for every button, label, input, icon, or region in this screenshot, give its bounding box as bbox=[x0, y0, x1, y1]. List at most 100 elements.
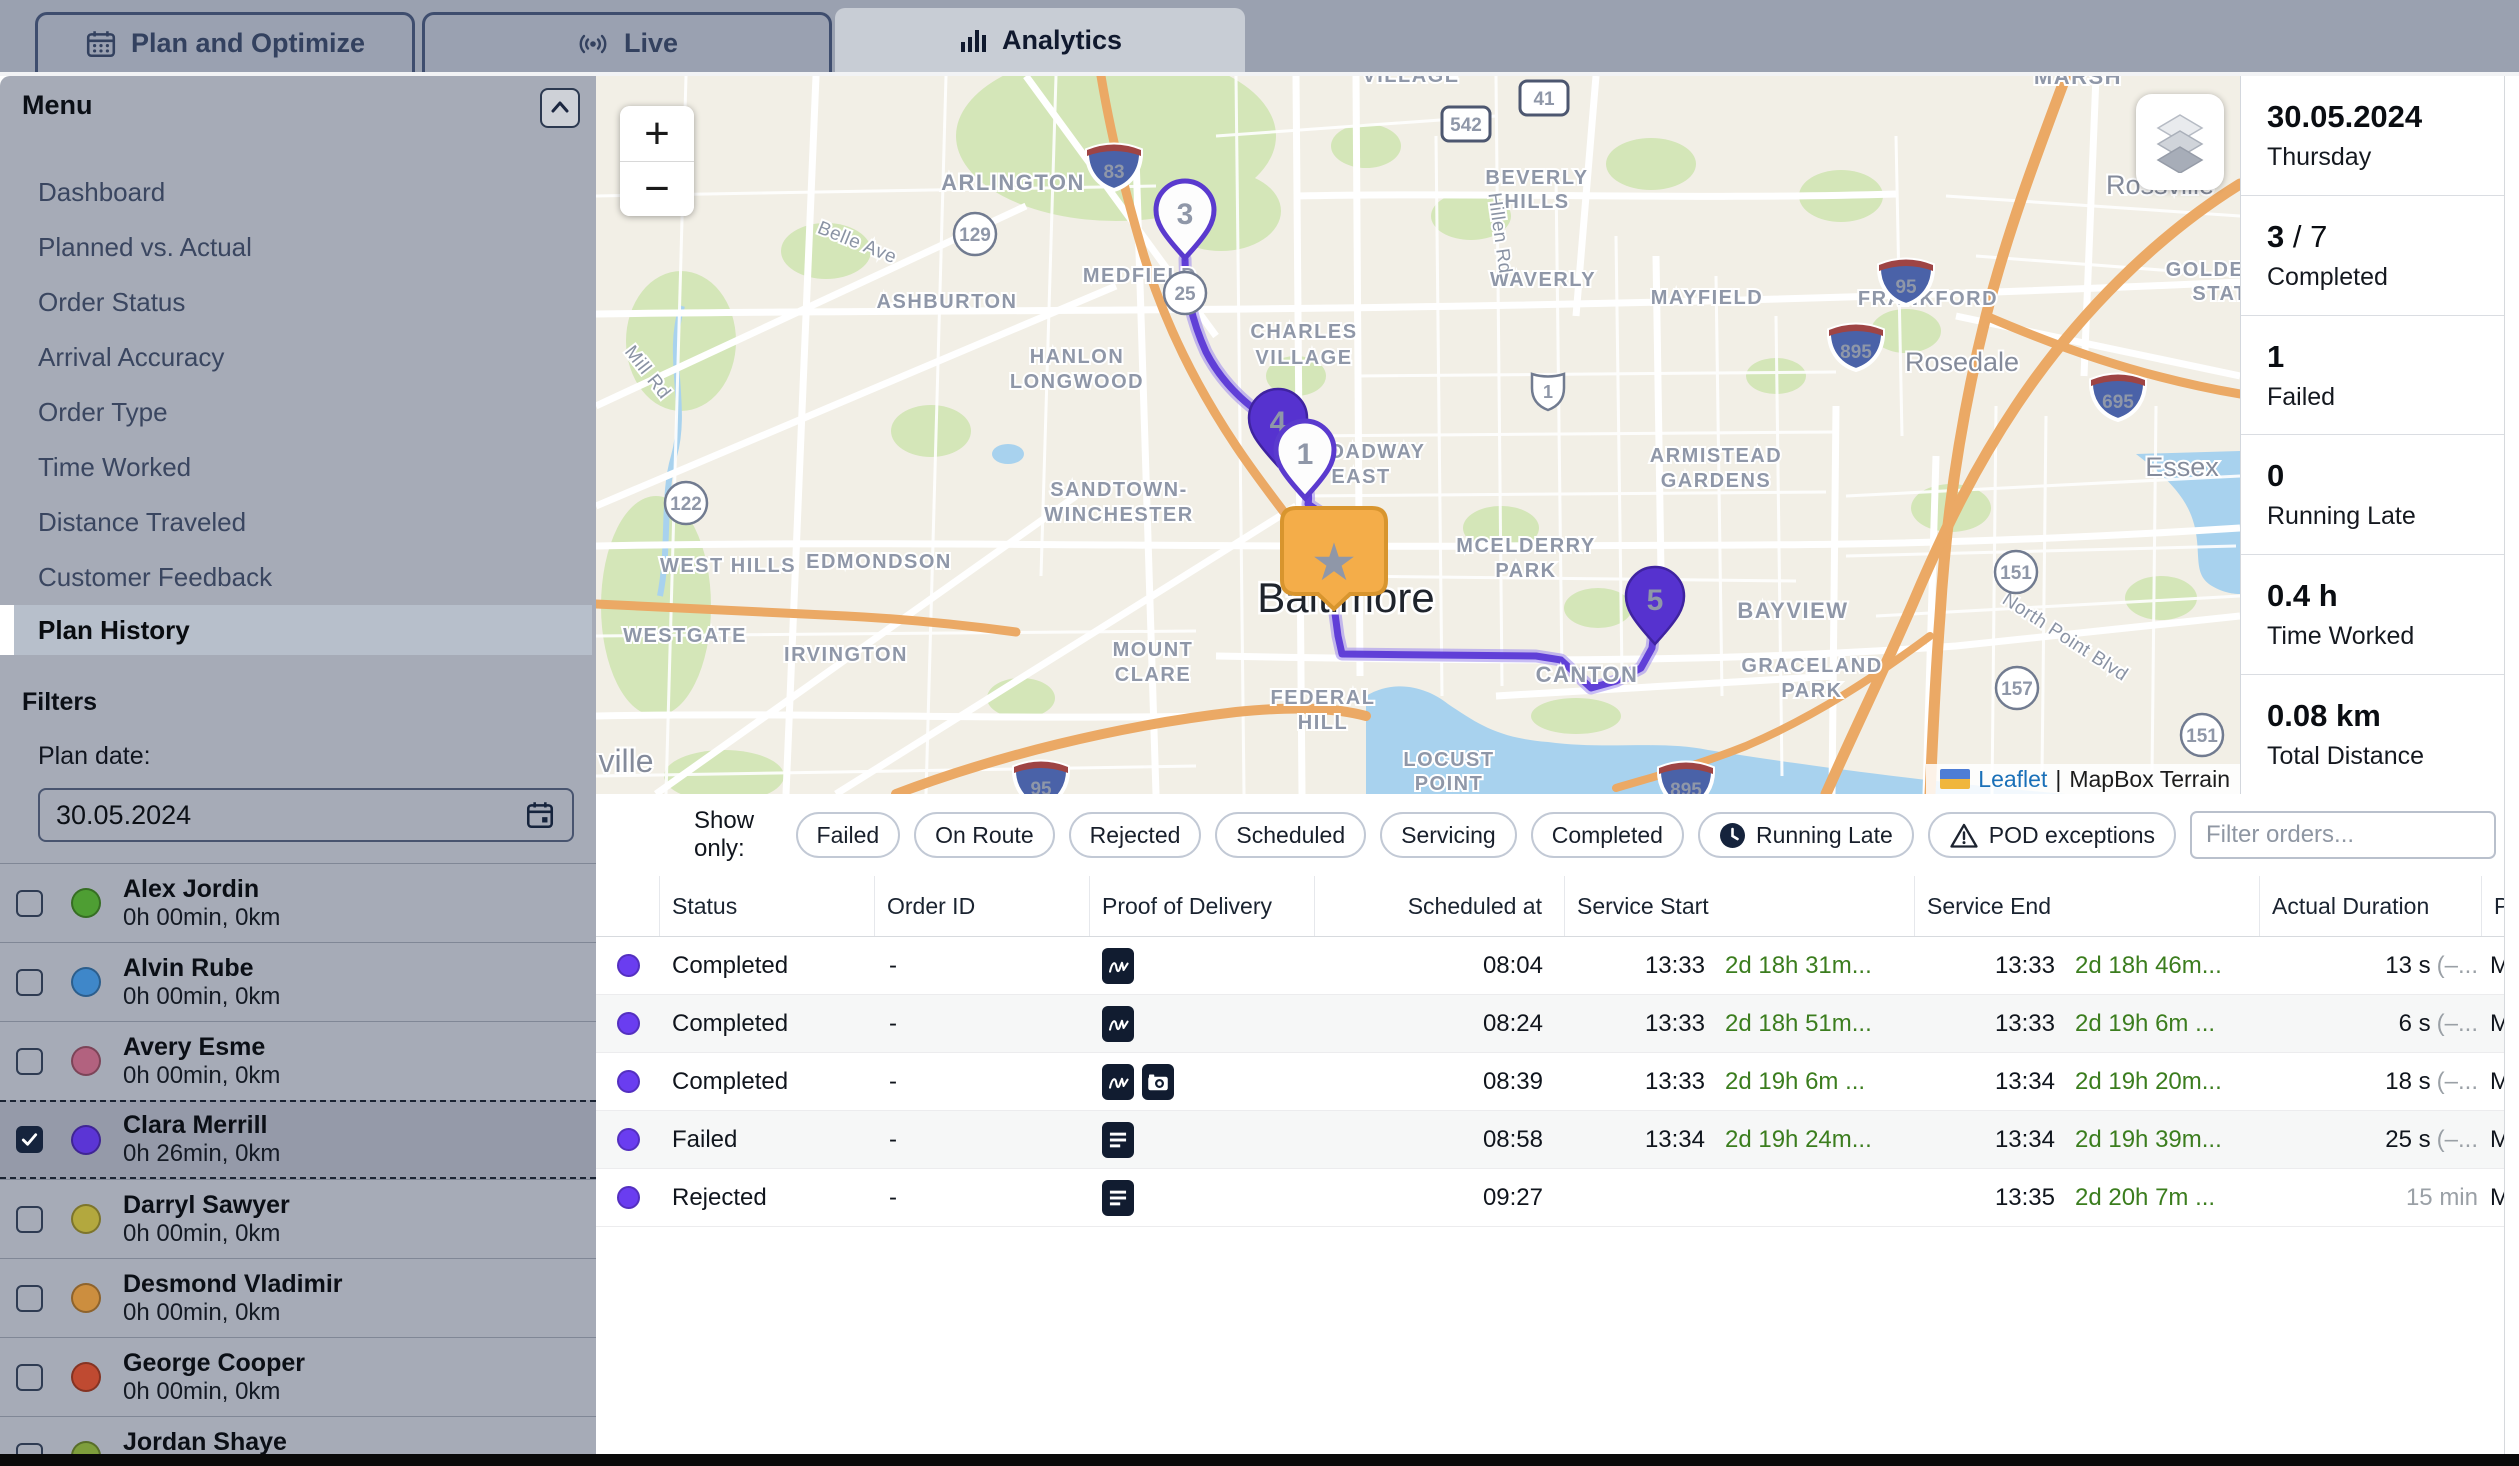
menu-collapse-button[interactable] bbox=[540, 88, 580, 128]
driver-checkbox[interactable] bbox=[16, 1048, 43, 1075]
sidebar-item-dashboard[interactable]: Dashboard bbox=[0, 165, 592, 220]
summary-value: 3 / 7 bbox=[2267, 219, 2507, 255]
driver-checkbox[interactable] bbox=[16, 890, 43, 917]
driver-row[interactable]: Clara Merrill0h 26min, 0km bbox=[0, 1100, 596, 1179]
chip-rejected[interactable]: Rejected bbox=[1069, 812, 1202, 858]
route-shield-129: 129 bbox=[954, 213, 996, 255]
column-header-service-end[interactable]: Service End bbox=[1915, 876, 2260, 936]
table-row[interactable]: Failed-08:5813:342d 19h 24m...13:342d 19… bbox=[596, 1111, 2519, 1169]
sidebar-item-distance-traveled[interactable]: Distance Traveled bbox=[0, 495, 592, 550]
signature-icon[interactable] bbox=[1102, 1006, 1134, 1042]
driver-row[interactable]: Avery Esme0h 00min, 0km bbox=[0, 1021, 596, 1100]
driver-color-dot bbox=[71, 1441, 101, 1454]
chip-running-late[interactable]: Running Late bbox=[1698, 812, 1914, 858]
table-row[interactable]: Completed-08:2413:332d 18h 51m...13:332d… bbox=[596, 995, 2519, 1053]
sidebar-item-planned-vs-actual[interactable]: Planned vs. Actual bbox=[0, 220, 592, 275]
route-shield-41: 41 bbox=[1520, 81, 1568, 115]
driver-stats: 0h 00min, 0km bbox=[123, 1378, 305, 1406]
column-header-scheduled-at[interactable]: Scheduled at bbox=[1315, 876, 1565, 936]
driver-checkbox[interactable] bbox=[16, 1285, 43, 1312]
column-header[interactable] bbox=[596, 876, 660, 936]
table-row[interactable]: Rejected-09:2713:352d 20h 7m ...15 minM bbox=[596, 1169, 2519, 1227]
column-header-status[interactable]: Status bbox=[660, 876, 875, 936]
map-label: CHARLES bbox=[1250, 321, 1357, 343]
driver-row[interactable]: Darryl Sawyer0h 00min, 0km bbox=[0, 1179, 596, 1258]
note-icon[interactable] bbox=[1102, 1180, 1134, 1216]
driver-row[interactable]: Desmond Vladimir0h 00min, 0km bbox=[0, 1258, 596, 1337]
service-end-time: 13:34 bbox=[1915, 1068, 2055, 1096]
signature-icon[interactable] bbox=[1102, 948, 1134, 984]
driver-row[interactable]: Alvin Rube0h 00min, 0km bbox=[0, 942, 596, 1021]
map-label: WEST HILLS bbox=[660, 555, 796, 577]
camera-icon[interactable] bbox=[1142, 1064, 1174, 1100]
column-header-service-start[interactable]: Service Start bbox=[1565, 876, 1915, 936]
summary-value: 0.4 h bbox=[2267, 578, 2507, 614]
plan-date-label: Plan date: bbox=[38, 742, 151, 771]
sidebar-item-order-type[interactable]: Order Type bbox=[0, 385, 592, 440]
driver-checkbox[interactable] bbox=[16, 1364, 43, 1391]
leaflet-link[interactable]: Leaflet bbox=[1978, 766, 2047, 793]
status-cell: Completed bbox=[660, 1068, 875, 1096]
plan-date-input[interactable]: 30.05.2024 bbox=[38, 788, 574, 842]
svg-text:542: 542 bbox=[1450, 115, 1482, 136]
table-row[interactable]: Completed-08:0413:332d 18h 31m...13:332d… bbox=[596, 937, 2519, 995]
tab-analytics[interactable]: Analytics bbox=[835, 8, 1245, 72]
chip-on-route[interactable]: On Route bbox=[914, 812, 1054, 858]
map-label: GRACELAND bbox=[1741, 655, 1882, 677]
map-label: FEDERAL bbox=[1271, 687, 1376, 709]
chip-label: Completed bbox=[1552, 822, 1663, 849]
service-end-cell: 13:332d 19h 6m ... bbox=[1915, 1010, 2260, 1038]
service-start-ago: 2d 19h 24m... bbox=[1725, 1126, 1872, 1153]
column-header-proof-of-delivery[interactable]: Proof of Delivery bbox=[1090, 876, 1315, 936]
tab-live[interactable]: Live bbox=[422, 12, 832, 72]
map-zoom-out-button[interactable]: − bbox=[620, 161, 694, 216]
map-zoom-in-button[interactable]: + bbox=[620, 106, 694, 161]
proof-of-delivery-cell bbox=[1090, 1122, 1315, 1158]
signature-icon[interactable] bbox=[1102, 1064, 1134, 1100]
driver-row[interactable]: George Cooper0h 00min, 0km bbox=[0, 1337, 596, 1416]
map[interactable]: VILLAGEMARSHARLINGTONBEVERLYHILLSMEDFIEL… bbox=[596, 76, 2240, 794]
actual-duration-cell: 25 s(–... bbox=[2260, 1126, 2482, 1154]
driver-row[interactable]: Jordan Shaye0h 00min, 0km bbox=[0, 1416, 596, 1454]
svg-text:895: 895 bbox=[1670, 780, 1702, 794]
note-icon[interactable] bbox=[1102, 1122, 1134, 1158]
svg-text:41: 41 bbox=[1533, 89, 1555, 110]
sidebar-item-order-status[interactable]: Order Status bbox=[0, 275, 592, 330]
driver-checkbox[interactable] bbox=[16, 1443, 43, 1455]
sidebar-item-plan-history[interactable]: Plan History bbox=[0, 605, 592, 655]
driver-row[interactable]: Alex Jordin0h 00min, 0km bbox=[0, 863, 596, 942]
service-start-cell bbox=[1565, 1184, 1915, 1212]
sidebar-item-arrival-accuracy[interactable]: Arrival Accuracy bbox=[0, 330, 592, 385]
map-label: SANDTOWN- bbox=[1050, 479, 1188, 501]
depot-marker[interactable]: ★ bbox=[1282, 508, 1386, 609]
map-label: PARK bbox=[1495, 560, 1556, 582]
sidebar-item-time-worked[interactable]: Time Worked bbox=[0, 440, 592, 495]
calendar-icon[interactable] bbox=[524, 799, 556, 831]
driver-checkbox[interactable] bbox=[16, 1126, 43, 1153]
map-label: ville bbox=[598, 743, 653, 779]
chip-label: Scheduled bbox=[1236, 822, 1345, 849]
chip-completed[interactable]: Completed bbox=[1531, 812, 1684, 858]
tab-plan-and-optimize[interactable]: Plan and Optimize bbox=[35, 12, 415, 72]
map-label: BEVERLY bbox=[1485, 167, 1588, 189]
chip-failed[interactable]: Failed bbox=[796, 812, 901, 858]
driver-checkbox[interactable] bbox=[16, 969, 43, 996]
map-layers-button[interactable] bbox=[2136, 94, 2224, 190]
chip-servicing[interactable]: Servicing bbox=[1380, 812, 1517, 858]
driver-checkbox[interactable] bbox=[16, 1206, 43, 1233]
filter-orders-input[interactable] bbox=[2190, 811, 2496, 859]
chip-pod-exceptions[interactable]: POD exceptions bbox=[1928, 812, 2176, 858]
route-shield-25: 25 bbox=[1164, 272, 1206, 314]
service-start-ago: 2d 18h 51m... bbox=[1725, 1010, 1872, 1037]
chip-scheduled[interactable]: Scheduled bbox=[1215, 812, 1366, 858]
summary-label: Failed bbox=[2267, 383, 2507, 412]
chip-label: On Route bbox=[935, 822, 1033, 849]
order-id-cell: - bbox=[875, 1184, 1090, 1212]
column-header-actual-duration[interactable]: Actual Duration bbox=[2260, 876, 2482, 936]
service-start-cell: 13:332d 19h 6m ... bbox=[1565, 1068, 1915, 1096]
table-row[interactable]: Completed-08:3913:332d 19h 6m ...13:342d… bbox=[596, 1053, 2519, 1111]
column-header-order-id[interactable]: Order ID bbox=[875, 876, 1090, 936]
scheduled-at-cell: 08:39 bbox=[1315, 1068, 1565, 1096]
scrollbar-track[interactable] bbox=[2504, 76, 2519, 1454]
sidebar-item-customer-feedback[interactable]: Customer Feedback bbox=[0, 550, 592, 605]
